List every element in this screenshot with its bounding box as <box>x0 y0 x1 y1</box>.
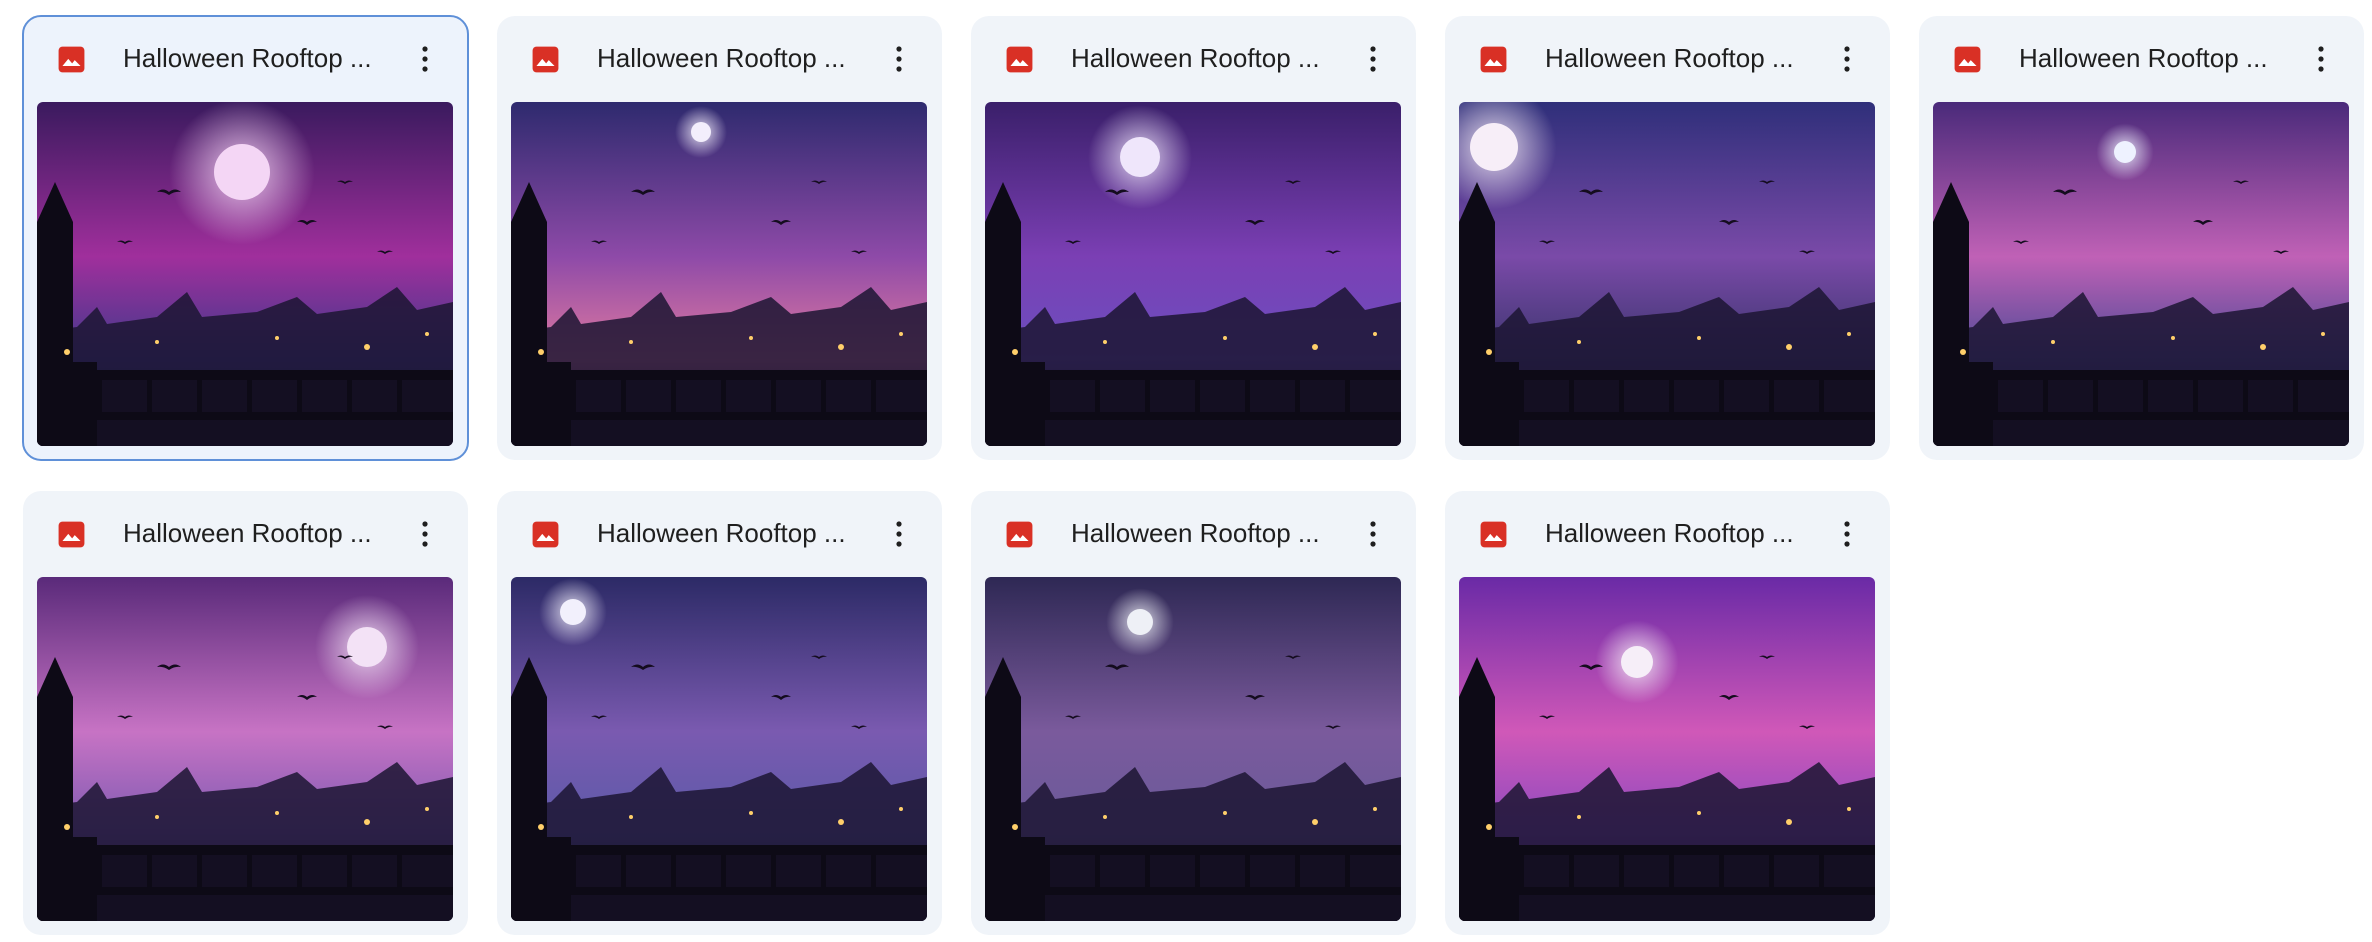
file-thumbnail[interactable] <box>37 577 453 921</box>
file-name[interactable]: Halloween Rooftop ... <box>597 491 877 575</box>
file-thumbnail[interactable] <box>1459 577 1875 921</box>
file-card-header: Halloween Rooftop ... <box>1445 491 1890 575</box>
file-card[interactable]: Halloween Rooftop ... <box>1919 16 2364 460</box>
more-vert-icon[interactable] <box>404 38 446 80</box>
file-card[interactable]: Halloween Rooftop ... <box>1445 16 1890 460</box>
file-card-header: Halloween Rooftop ... <box>23 491 468 575</box>
file-card[interactable]: Halloween Rooftop ... <box>971 16 1416 460</box>
more-vert-icon[interactable] <box>1352 38 1394 80</box>
file-card[interactable]: Halloween Rooftop ... <box>1445 491 1890 935</box>
file-card-header: Halloween Rooftop ... <box>1919 16 2364 100</box>
image-icon <box>1478 44 1509 75</box>
image-icon <box>56 44 87 75</box>
file-card-header: Halloween Rooftop ... <box>497 491 942 575</box>
file-thumbnail[interactable] <box>511 577 927 921</box>
more-vert-icon[interactable] <box>1826 513 1868 555</box>
file-card-header: Halloween Rooftop ... <box>497 16 942 100</box>
file-grid: Halloween Rooftop ... Halloween Rooftop … <box>22 15 2364 935</box>
more-vert-icon[interactable] <box>1826 38 1868 80</box>
more-vert-icon[interactable] <box>1352 513 1394 555</box>
file-card-header: Halloween Rooftop ... <box>1445 16 1890 100</box>
file-card[interactable]: Halloween Rooftop ... <box>23 491 468 935</box>
image-icon <box>1004 44 1035 75</box>
file-card-header: Halloween Rooftop ... <box>23 16 468 100</box>
file-name[interactable]: Halloween Rooftop ... <box>597 16 877 100</box>
file-name[interactable]: Halloween Rooftop ... <box>2019 16 2299 100</box>
file-name[interactable]: Halloween Rooftop ... <box>1545 491 1825 575</box>
file-name[interactable]: Halloween Rooftop ... <box>123 491 403 575</box>
file-card[interactable]: Halloween Rooftop ... <box>497 16 942 460</box>
file-card[interactable]: Halloween Rooftop ... <box>22 15 469 461</box>
file-thumbnail[interactable] <box>1933 102 2349 446</box>
image-icon <box>1952 44 1983 75</box>
file-thumbnail[interactable] <box>37 102 453 446</box>
image-icon <box>1004 519 1035 550</box>
file-thumbnail[interactable] <box>1459 102 1875 446</box>
more-vert-icon[interactable] <box>878 513 920 555</box>
image-icon <box>530 519 561 550</box>
file-thumbnail[interactable] <box>985 577 1401 921</box>
image-icon <box>1478 519 1509 550</box>
file-thumbnail[interactable] <box>511 102 927 446</box>
file-card[interactable]: Halloween Rooftop ... <box>497 491 942 935</box>
file-name[interactable]: Halloween Rooftop ... <box>1071 491 1351 575</box>
file-card-header: Halloween Rooftop ... <box>971 491 1416 575</box>
more-vert-icon[interactable] <box>878 38 920 80</box>
file-name[interactable]: Halloween Rooftop ... <box>1545 16 1825 100</box>
file-thumbnail[interactable] <box>985 102 1401 446</box>
file-name[interactable]: Halloween Rooftop ... <box>123 16 403 100</box>
image-icon <box>56 519 87 550</box>
more-vert-icon[interactable] <box>2300 38 2342 80</box>
more-vert-icon[interactable] <box>404 513 446 555</box>
file-name[interactable]: Halloween Rooftop ... <box>1071 16 1351 100</box>
image-icon <box>530 44 561 75</box>
file-card-header: Halloween Rooftop ... <box>971 16 1416 100</box>
file-card[interactable]: Halloween Rooftop ... <box>971 491 1416 935</box>
